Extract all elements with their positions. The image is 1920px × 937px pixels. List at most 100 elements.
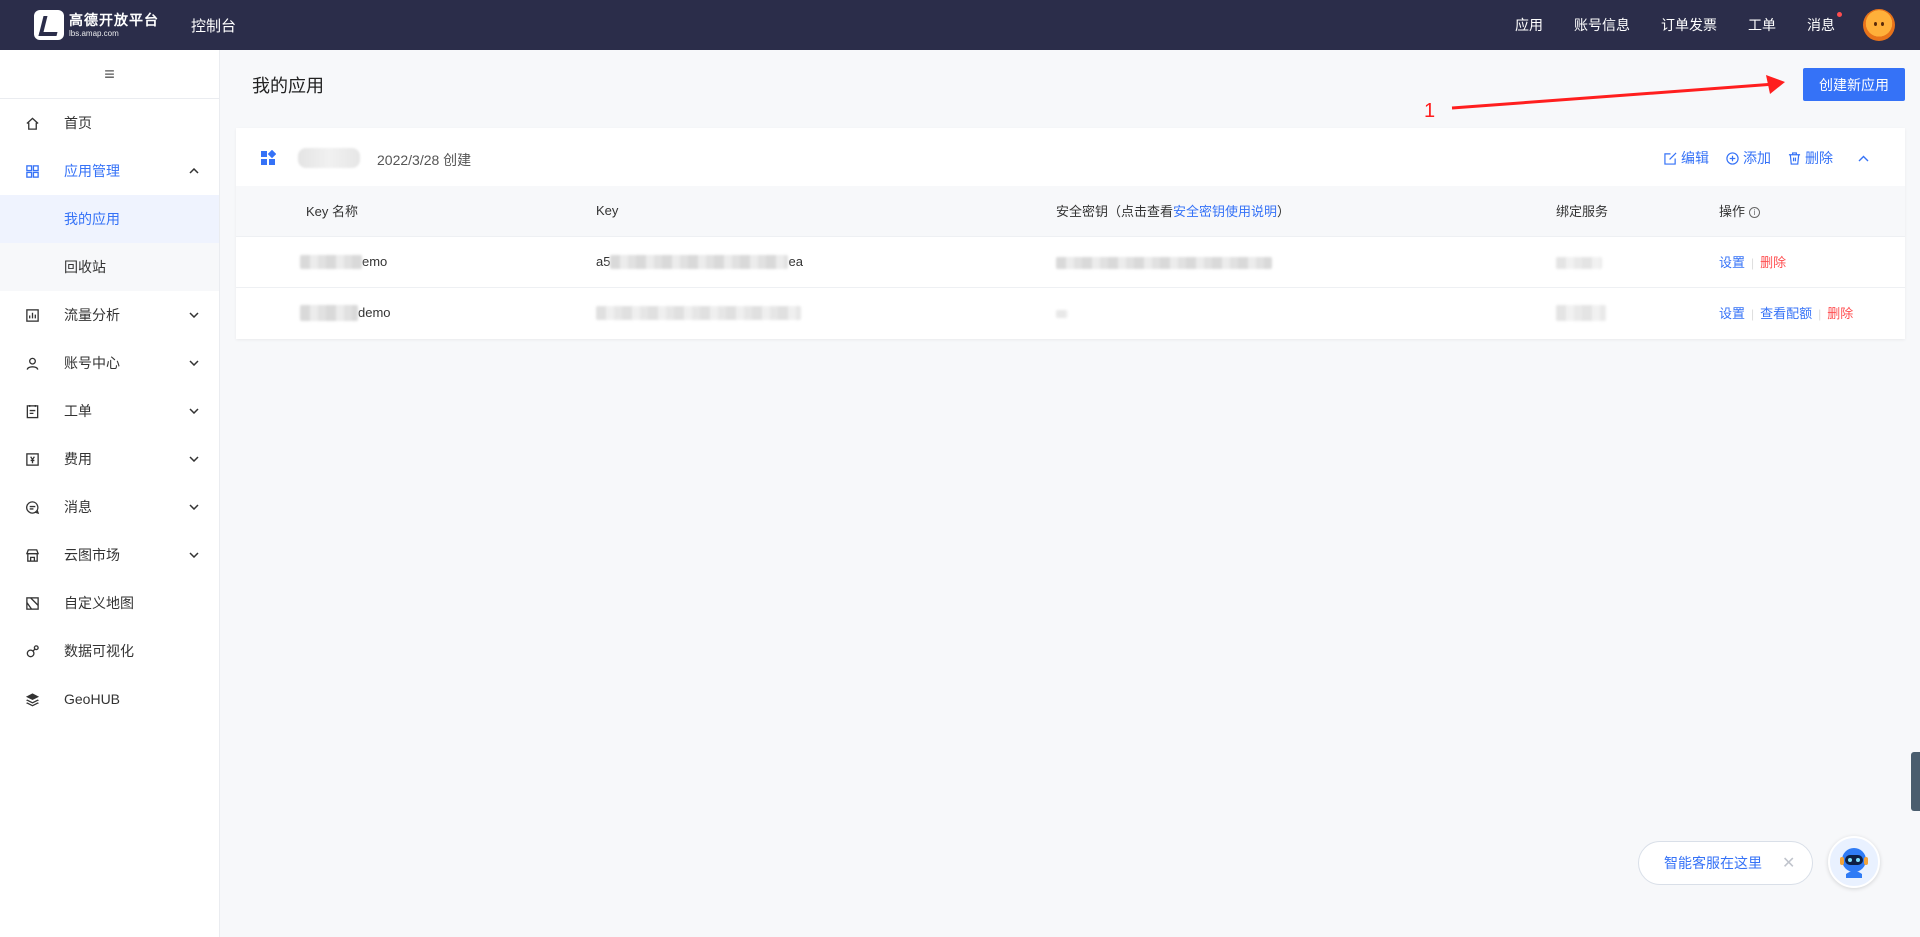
secret-usage-link[interactable]: 安全密钥使用说明 xyxy=(1173,204,1277,219)
customer-service-text: 智能客服在这里 xyxy=(1664,855,1762,871)
settings-link[interactable]: 设置 xyxy=(1719,255,1745,270)
amap-logo-icon xyxy=(34,10,64,40)
info-icon[interactable]: i xyxy=(1749,207,1761,219)
user-icon xyxy=(24,355,40,371)
user-avatar[interactable] xyxy=(1863,9,1895,41)
logo-domain: lbs.amap.com xyxy=(69,28,119,38)
key-name-cell: demo xyxy=(236,286,596,338)
app-card: 2022/3/28 创建 编辑 添加 删除 Key 名称 Key 安全密钥（点击… xyxy=(236,128,1905,339)
message-icon xyxy=(24,499,40,515)
service-cell xyxy=(1556,235,1719,287)
chevron-down-icon xyxy=(187,404,201,418)
visual-icon xyxy=(24,643,40,659)
redacted-text xyxy=(300,305,358,322)
sidebar-item-traffic-analysis[interactable]: 流量分析 xyxy=(0,291,219,339)
sidebar-item-label: 自定义地图 xyxy=(64,595,134,611)
top-navigation-bar: 高德开放平台 lbs.amap.com 控制台 应用 账号信息 订单发票 工单 … xyxy=(0,0,1920,50)
sidebar-item-cloud-market[interactable]: 云图市场 xyxy=(0,531,219,579)
sidebar: ≡ 首页 应用管理 我的应用 回收站 流量分析 账号中心 工单 费用 消息 云图… xyxy=(0,50,220,937)
delete-key-link[interactable]: 删除 xyxy=(1760,255,1786,270)
collapse-chevron-up-icon[interactable] xyxy=(1858,155,1869,162)
view-quota-link[interactable]: 查看配额 xyxy=(1760,306,1812,321)
nav-account-info[interactable]: 账号信息 xyxy=(1574,15,1630,35)
column-key: Key xyxy=(596,186,1056,236)
side-panel-handle[interactable] xyxy=(1911,752,1920,811)
chevron-down-icon xyxy=(187,500,201,514)
sidebar-item-account-center[interactable]: 账号中心 xyxy=(0,339,219,387)
chart-icon xyxy=(24,307,40,323)
edit-app-button[interactable]: 编辑 xyxy=(1664,148,1709,168)
sidebar-collapse-button[interactable]: ≡ xyxy=(0,50,219,99)
annotation-arrow-icon xyxy=(1451,75,1785,110)
store-icon xyxy=(24,547,40,563)
sidebar-item-geohub[interactable]: GeoHUB xyxy=(0,675,219,723)
sidebar-item-tickets[interactable]: 工单 xyxy=(0,387,219,435)
nav-orders-invoices[interactable]: 订单发票 xyxy=(1661,15,1717,35)
sidebar-item-messages[interactable]: 消息 xyxy=(0,483,219,531)
chevron-down-icon xyxy=(187,452,201,466)
redacted-text xyxy=(1556,305,1606,322)
redacted-text xyxy=(1056,309,1068,318)
sidebar-item-label: 云图市场 xyxy=(64,547,120,563)
top-nav: 应用 账号信息 订单发票 工单 消息 xyxy=(1484,0,1900,50)
add-label: 添加 xyxy=(1743,150,1771,166)
secret-cell xyxy=(1056,235,1556,287)
customer-service-bot-button[interactable] xyxy=(1828,836,1880,888)
sidebar-item-label: 数据可视化 xyxy=(64,643,134,659)
sidebar-item-custom-map[interactable]: 自定义地图 xyxy=(0,579,219,627)
edit-icon xyxy=(1664,152,1677,165)
key-cell: a5 ea xyxy=(596,235,1056,287)
add-key-button[interactable]: 添加 xyxy=(1726,148,1771,168)
settings-link[interactable]: 设置 xyxy=(1719,306,1745,321)
create-new-app-button[interactable]: 创建新应用 xyxy=(1803,68,1905,101)
hamburger-icon: ≡ xyxy=(104,63,115,84)
app-created-date: 2022/3/28 创建 xyxy=(377,152,472,168)
redacted-text xyxy=(596,306,801,321)
keys-table: Key 名称 Key 安全密钥（点击查看安全密钥使用说明） 绑定服务 操作 i e… xyxy=(236,186,1905,338)
ops-cell: 设置 | 删除 xyxy=(1719,235,1905,287)
chevron-down-icon xyxy=(187,356,201,370)
logo-title: 高德开放平台 xyxy=(69,11,159,28)
fee-icon xyxy=(24,451,40,467)
nav-tickets[interactable]: 工单 xyxy=(1748,15,1776,35)
delete-key-link[interactable]: 删除 xyxy=(1827,306,1853,321)
redacted-text xyxy=(1056,256,1272,269)
secret-cell xyxy=(1056,286,1556,338)
nav-apps[interactable]: 应用 xyxy=(1515,15,1543,35)
sidebar-item-label: 费用 xyxy=(64,451,92,467)
grid-icon xyxy=(24,163,40,179)
map-icon xyxy=(24,595,40,611)
close-icon[interactable]: ✕ xyxy=(1782,853,1795,873)
secret-header-text: 安全密钥（点击查看 xyxy=(1056,204,1174,220)
sidebar-item-fees[interactable]: 费用 xyxy=(0,435,219,483)
console-title[interactable]: 控制台 xyxy=(191,15,236,36)
redacted-text xyxy=(300,255,362,270)
sidebar-item-data-visualization[interactable]: 数据可视化 xyxy=(0,627,219,675)
ops-cell: 设置 | 查看配额 | 删除 xyxy=(1719,286,1905,338)
service-cell xyxy=(1556,286,1719,338)
amap-logo[interactable]: 高德开放平台 lbs.amap.com xyxy=(34,8,162,42)
page-title: 我的应用 xyxy=(252,76,324,96)
sidebar-item-label: 应用管理 xyxy=(64,163,120,179)
nav-messages[interactable]: 消息 xyxy=(1807,12,1842,35)
key-name-suffix: demo xyxy=(358,305,391,321)
trash-icon xyxy=(1788,151,1801,165)
ops-header-label: 操作 xyxy=(1719,204,1746,220)
annotation-number: 1 xyxy=(1424,100,1436,122)
redacted-text xyxy=(610,255,789,270)
table-header-row: Key 名称 Key 安全密钥（点击查看安全密钥使用说明） 绑定服务 操作 i xyxy=(236,186,1905,236)
sidebar-subitem-my-apps[interactable]: 我的应用 xyxy=(0,195,219,243)
sidebar-item-app-management[interactable]: 应用管理 xyxy=(0,147,219,195)
delete-app-button[interactable]: 删除 xyxy=(1788,148,1833,168)
sidebar-item-label: 流量分析 xyxy=(64,307,120,323)
chevron-down-icon xyxy=(187,308,201,322)
column-service: 绑定服务 xyxy=(1556,186,1719,236)
key-name-cell: emo xyxy=(236,235,596,287)
plus-circle-icon xyxy=(1726,151,1739,165)
customer-service-prompt[interactable]: 智能客服在这里 ✕ xyxy=(1638,841,1813,885)
sidebar-subitem-recycle-bin[interactable]: 回收站 xyxy=(0,243,219,291)
sidebar-item-home[interactable]: 首页 xyxy=(0,99,219,147)
redacted-text xyxy=(1556,256,1602,269)
delete-label: 删除 xyxy=(1805,150,1833,166)
sidebar-item-label: GeoHUB xyxy=(64,691,121,707)
